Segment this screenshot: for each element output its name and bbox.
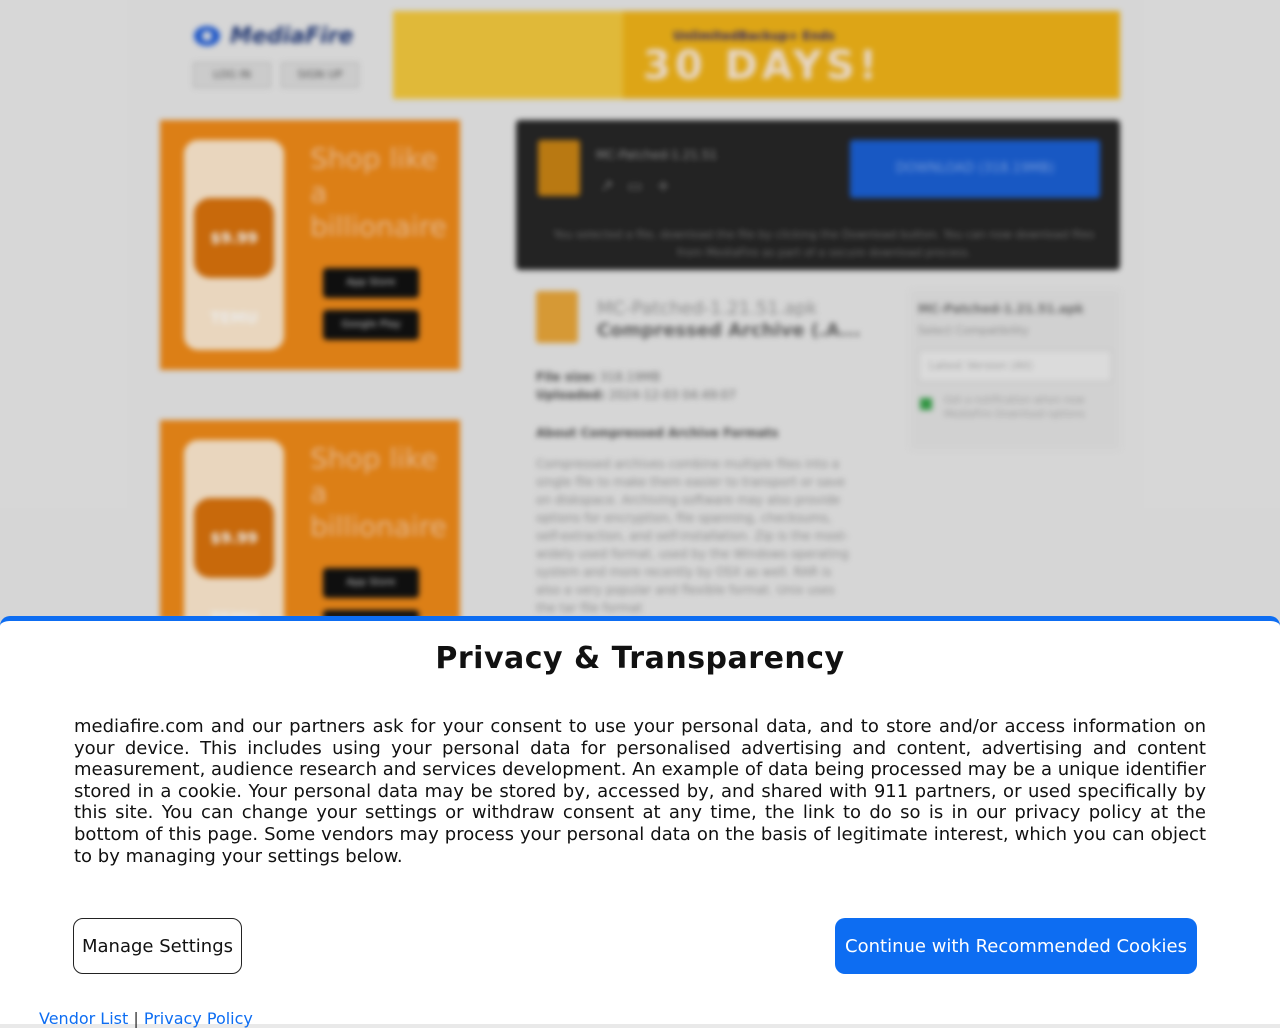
consent-title: Privacy & Transparency bbox=[435, 641, 845, 676]
consent-body: mediafire.com and our partners ask for y… bbox=[74, 716, 1206, 867]
link-separator: | bbox=[133, 1009, 139, 1028]
continue-recommended-cookies-button[interactable]: Continue with Recommended Cookies bbox=[835, 918, 1197, 974]
privacy-policy-link[interactable]: Privacy Policy bbox=[144, 1009, 253, 1028]
consent-dialog: Privacy & Transparency mediafire.com and… bbox=[0, 616, 1280, 1028]
vendor-list-link[interactable]: Vendor List bbox=[39, 1009, 128, 1028]
manage-settings-button[interactable]: Manage Settings bbox=[73, 918, 242, 974]
consent-footer-links: Vendor List | Privacy Policy bbox=[39, 1009, 253, 1028]
